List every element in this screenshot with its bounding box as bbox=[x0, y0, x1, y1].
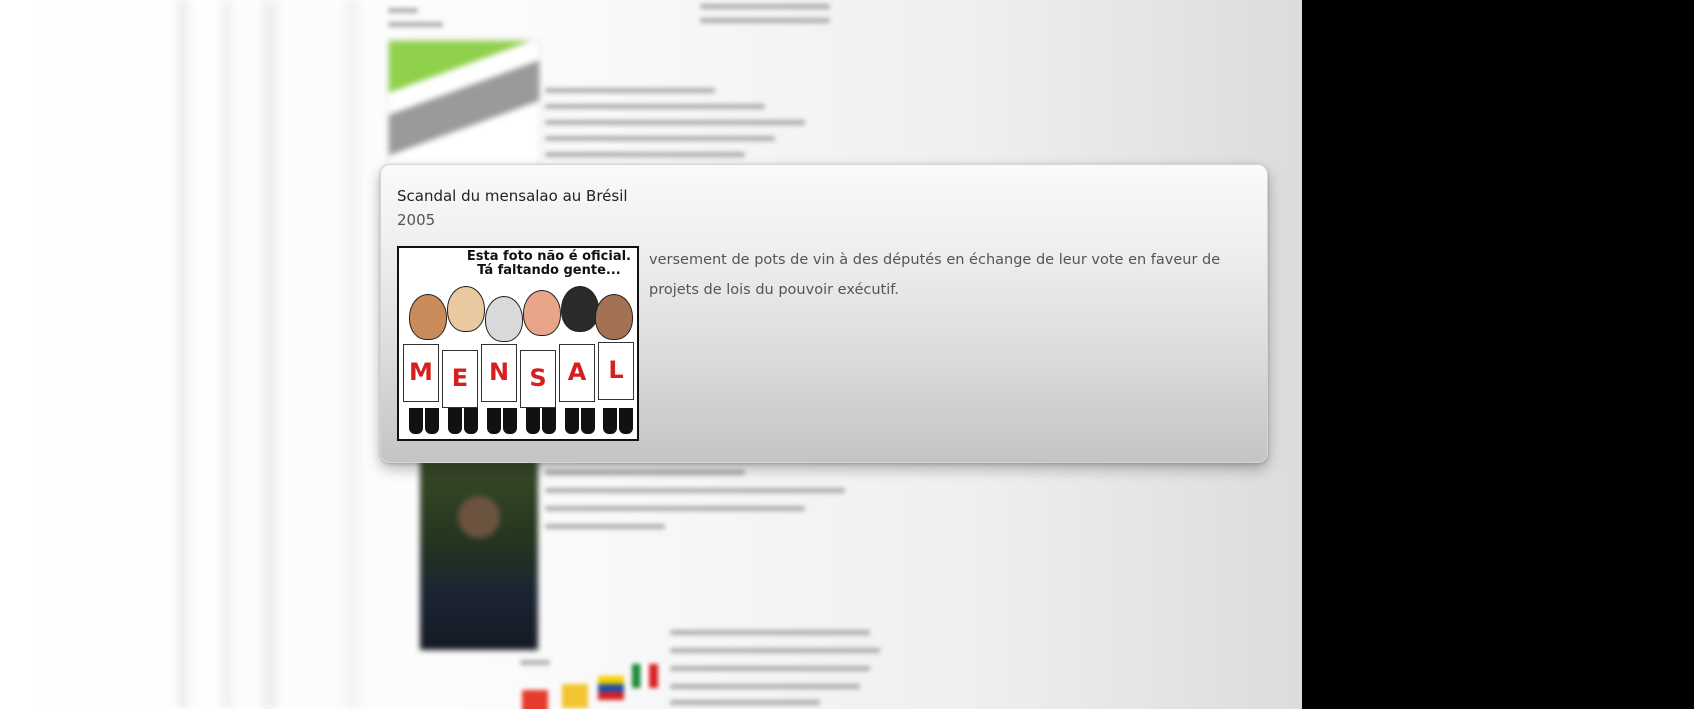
cartoon-signs: M E N S A L bbox=[403, 342, 635, 408]
cartoon-sign: N bbox=[481, 344, 517, 402]
blurred-text-line bbox=[545, 470, 745, 475]
timeline-column-line bbox=[262, 0, 278, 709]
blurred-flag-icon bbox=[522, 690, 548, 709]
blurred-map-image bbox=[388, 40, 540, 172]
blurred-text-line bbox=[520, 660, 550, 665]
cartoon-feet bbox=[403, 408, 635, 436]
blurred-text-line bbox=[545, 88, 715, 93]
caricature-head bbox=[595, 294, 633, 340]
cartoon-caption: Esta foto não é oficial. Tá faltando gen… bbox=[467, 250, 631, 278]
event-year: 2005 bbox=[397, 211, 436, 229]
blurred-text-line bbox=[545, 488, 845, 493]
blurred-flag-icon bbox=[598, 676, 624, 700]
cartoon-sign: A bbox=[559, 344, 595, 402]
cartoon-sign: S bbox=[520, 350, 556, 408]
blurred-text-line bbox=[545, 104, 765, 109]
blurred-text-line bbox=[545, 524, 665, 529]
cartoon-caption-line: Esta foto não é oficial. bbox=[466, 249, 631, 264]
blurred-flag-icon bbox=[632, 664, 658, 688]
caricature-head bbox=[485, 296, 523, 342]
blurred-text-line bbox=[670, 648, 880, 653]
blurred-portrait-image bbox=[420, 460, 538, 650]
caricature-head bbox=[409, 294, 447, 340]
event-title: Scandal du mensalao au Brésil bbox=[397, 187, 628, 205]
blurred-text-line bbox=[670, 630, 870, 635]
cartoon-sign: M bbox=[403, 344, 439, 402]
black-side-area bbox=[1302, 0, 1694, 709]
blurred-text-line bbox=[545, 120, 805, 125]
event-popup-card[interactable]: Scandal du mensalao au Brésil 2005 Esta … bbox=[380, 164, 1268, 463]
blurred-text-line bbox=[545, 136, 775, 141]
event-description: versement de pots de vin à des députés e… bbox=[649, 252, 1221, 298]
blurred-text-line bbox=[670, 666, 870, 671]
cartoon-caricatures bbox=[399, 286, 637, 346]
cartoon-sign: E bbox=[442, 350, 478, 408]
caricature-head bbox=[523, 290, 561, 336]
timeline-column-line bbox=[178, 0, 188, 709]
blurred-text-line bbox=[700, 4, 830, 9]
cartoon-sign: L bbox=[598, 342, 634, 400]
blurred-text-line bbox=[545, 152, 745, 157]
timeline-column-line bbox=[222, 0, 232, 709]
blurred-text-line bbox=[545, 506, 805, 511]
cartoon-caption-line: Tá faltando gente... bbox=[477, 263, 621, 278]
blurred-text-line bbox=[700, 18, 830, 23]
blurred-flag-icon bbox=[562, 684, 588, 708]
timeline-column-line bbox=[345, 0, 359, 709]
blurred-text-line bbox=[388, 22, 443, 27]
caricature-head bbox=[561, 286, 599, 332]
caricature-head bbox=[447, 286, 485, 332]
event-cartoon-image: Esta foto não é oficial. Tá faltando gen… bbox=[397, 246, 639, 441]
blurred-text-line bbox=[670, 684, 860, 689]
blurred-text-line bbox=[670, 700, 820, 705]
blurred-text-line bbox=[388, 8, 418, 13]
